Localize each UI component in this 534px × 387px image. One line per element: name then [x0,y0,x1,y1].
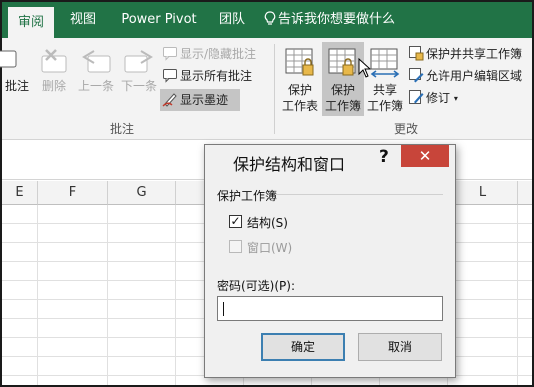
tell-me-label: 告诉我你想要做什么 [278,12,396,27]
previous-comment-label: 上一条 [77,79,114,93]
share-workbook-label-2: 工作簿 [366,99,403,113]
new-comment-button[interactable]: 批注 [0,48,32,94]
delete-comment-label: 删除 [41,79,66,93]
protect-workbook-label-1: 保护 [330,83,355,97]
previous-comment-icon [82,50,111,73]
show-hide-comment-button[interactable]: 显示/隐藏批注 [162,44,256,64]
show-ink-button[interactable]: 显示墨迹 [162,90,228,110]
column-header-l[interactable]: L [448,181,518,205]
track-changes-button[interactable]: 修订 ▾ [408,88,458,108]
windows-label: 窗口(W) [247,241,293,255]
show-all-comments-button[interactable]: 显示所有批注 [162,66,252,86]
protect-and-share-button[interactable]: 保护并共享工作簿 [408,44,522,64]
share-workbook-icon [370,48,400,78]
protect-and-share-label: 保护并共享工作簿 [426,47,523,61]
group-separator [274,44,275,134]
share-workbook-button[interactable]: 共享 工作簿 [364,46,406,114]
show-ink-label: 显示墨迹 [180,93,229,107]
checkmark-icon: ✓ [230,214,241,228]
help-button[interactable]: ? [379,147,389,167]
next-comment-button[interactable]: 下一条 [118,48,160,94]
previous-comment-button[interactable]: 上一条 [74,48,118,94]
protect-workbook-button[interactable]: 保护 工作簿 [322,46,364,114]
password-label: 密码(可选)(P): [217,279,296,293]
protect-share-icon [409,46,424,61]
close-icon: ✕ [418,147,432,165]
structure-label[interactable]: 结构(S) [247,214,288,231]
group-divider [275,194,443,195]
lightbulb-icon [264,11,276,25]
protect-workbook-group-label: 保护工作簿 [217,189,278,203]
text-caret [223,302,224,316]
tab-review[interactable]: 审阅 [8,7,54,38]
protect-sheet-label-2: 工作表 [281,99,318,113]
protect-workbook-icon [328,48,356,76]
dialog-title: 保护结构和窗口 [233,155,346,174]
show-hide-comment-label: 显示/隐藏批注 [180,47,257,61]
ok-button[interactable]: 确定 [261,333,345,361]
next-comment-label: 下一条 [120,79,157,93]
cancel-button[interactable]: 取消 [358,333,442,361]
tab-power-pivot[interactable]: Power Pivot [112,2,206,38]
windows-checkbox[interactable] [229,240,242,253]
delete-comment-button[interactable]: 删除 [36,48,72,94]
show-all-comments-icon [163,69,177,83]
track-changes-icon [409,90,424,104]
column-header-g[interactable]: G [108,181,176,205]
comment-icon [0,50,17,68]
tab-view[interactable]: 视图 [62,2,104,38]
new-comment-label: 批注 [4,79,29,93]
ink-pen-icon [162,93,177,107]
ribbon-tab-bar: 审阅 视图 Power Pivot 团队 告诉我你想要做什么 [2,2,532,38]
show-all-comments-label: 显示所有批注 [180,69,253,83]
share-workbook-label-1: 共享 [372,83,397,97]
protect-sheet-button[interactable]: 保护 工作表 [278,46,322,114]
show-hide-comment-icon [163,47,177,61]
track-changes-label: 修订 [426,91,451,105]
protect-workbook-label-2: 工作簿 [324,99,361,113]
close-button[interactable]: ✕ [401,145,449,167]
delete-comment-icon [41,49,67,73]
protect-sheet-icon [285,48,314,76]
allow-edit-ranges-button[interactable]: 允许用户编辑区域 [408,66,522,86]
column-header-m[interactable] [518,181,532,205]
next-comment-icon [124,50,153,73]
ribbon-review: 批注 删除 上一条 下一条 显示/隐藏批注 显示所有批注 显示墨迹 批注 保护 … [0,38,532,140]
protect-structure-dialog: 保护结构和窗口 ? ✕ 保护工作簿 ✓ 结构(S) 窗口(W) 密码(可选)(P… [204,144,456,378]
allow-edit-ranges-icon [409,68,424,83]
password-field[interactable] [217,296,443,321]
structure-checkbox[interactable]: ✓ [229,215,242,228]
tab-team[interactable]: 团队 [212,2,252,38]
protect-sheet-label-1: 保护 [287,83,312,97]
changes-group-label: 更改 [394,122,419,136]
column-header-e[interactable]: E [2,181,38,205]
chevron-down-icon: ▾ [453,94,458,103]
tell-me-box[interactable]: 告诉我你想要做什么 [264,2,414,38]
comments-group-label: 批注 [110,122,135,136]
allow-edit-ranges-label: 允许用户编辑区域 [426,69,523,83]
column-header-f[interactable]: F [38,181,108,205]
